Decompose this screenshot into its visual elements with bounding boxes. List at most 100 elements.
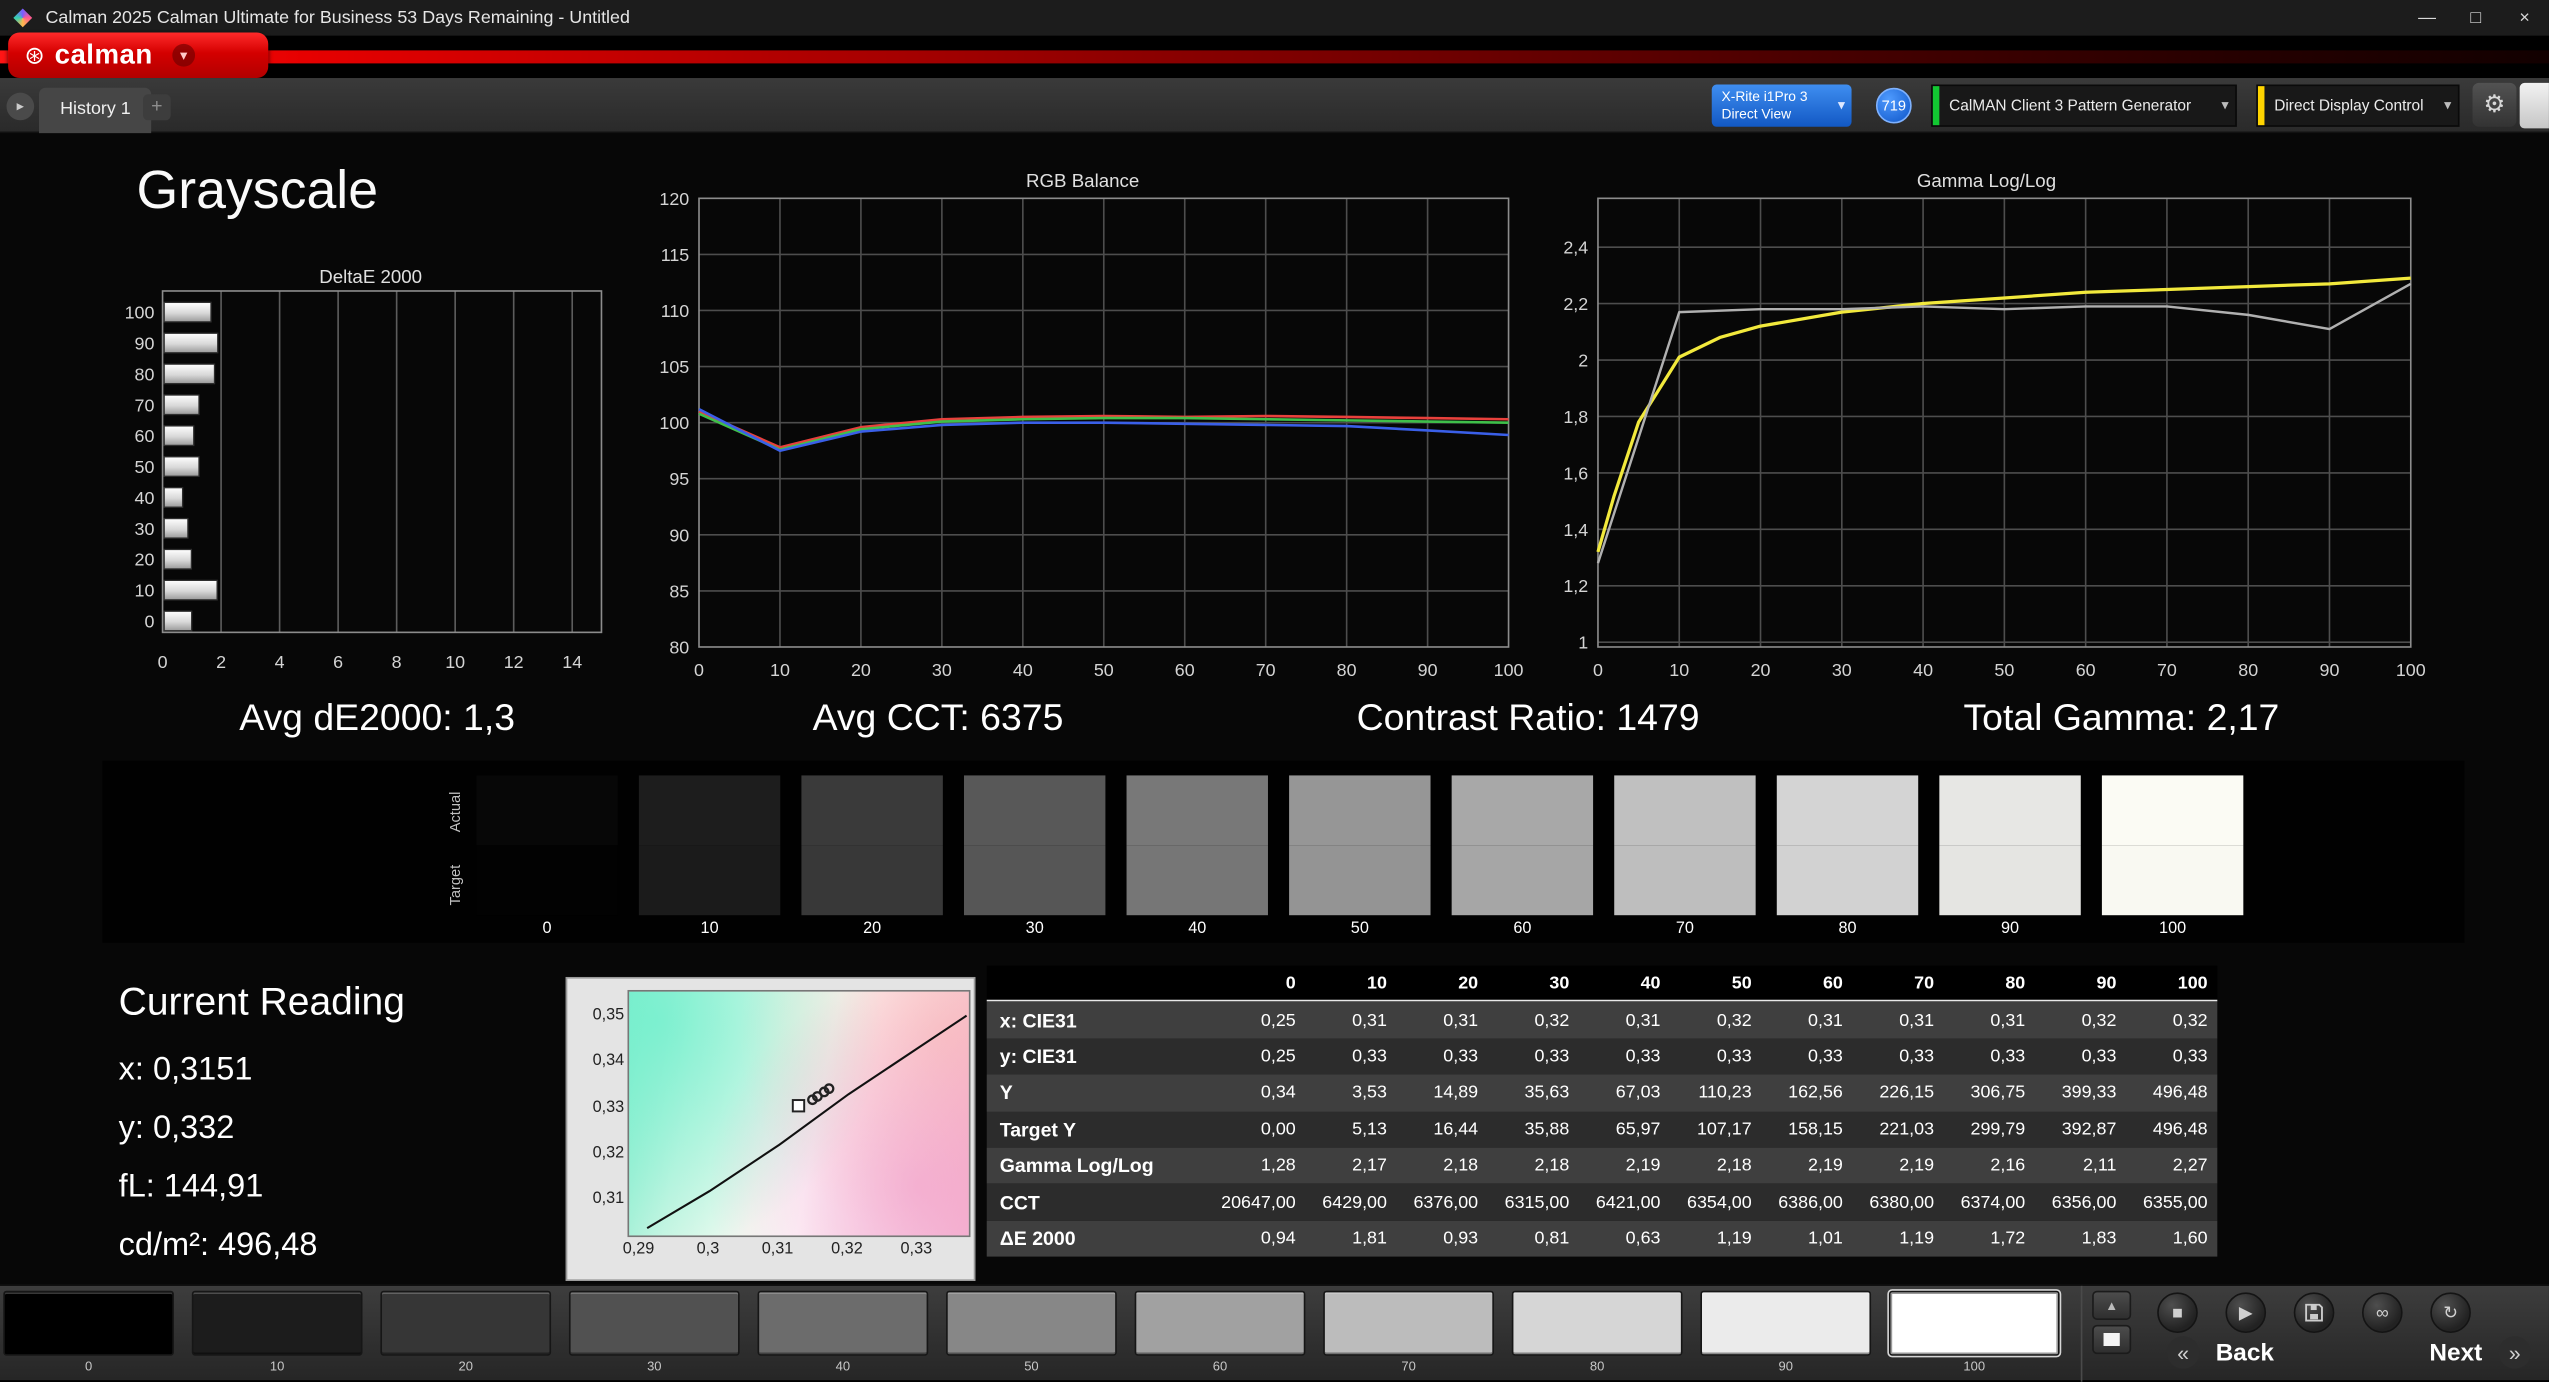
svg-text:4: 4 [275, 652, 285, 672]
svg-text:50: 50 [1094, 660, 1114, 680]
swatch-actual [1289, 775, 1431, 846]
collapse-button[interactable]: ▲ [2092, 1290, 2132, 1320]
patch-button-60[interactable]: 60 [1134, 1290, 1306, 1374]
table-cell: 0,31 [1990, 1010, 2026, 1030]
patch-color [191, 1290, 363, 1356]
measurement-table: 0 10 20 30 40 50 60 70 80 90 100 x: CIE31 0,25 0,31 0,… [986, 965, 2218, 1257]
table-cell: 162,56 [1788, 1083, 1843, 1103]
patch-button-70[interactable]: 70 [1323, 1290, 1494, 1374]
cie-y-tick: 0,31 [592, 1190, 625, 1209]
table-cell: 1,83 [2081, 1228, 2117, 1249]
svg-text:95: 95 [669, 469, 689, 489]
table-col-header: 90 [2096, 973, 2117, 993]
table-cell: 158,15 [1788, 1119, 1843, 1140]
patch-button-100[interactable]: 100 [1888, 1290, 2060, 1374]
patch-button-20[interactable]: 20 [380, 1290, 552, 1374]
meter-count-badge[interactable]: 719 [1875, 87, 1912, 124]
table-col-header: 10 [1367, 973, 1387, 993]
patch-button-10[interactable]: 10 [191, 1290, 363, 1374]
settings-gear-button[interactable]: ⚙ [2472, 82, 2517, 127]
table-cell: 0,00 [1260, 1119, 1296, 1140]
table-col-header: 100 [2177, 973, 2208, 993]
patch-button-80[interactable]: 80 [1511, 1290, 1683, 1374]
minimize-button[interactable]: — [2403, 0, 2452, 36]
patch-label: 20 [458, 1359, 473, 1374]
table-row: y: CIE31 0,25 0,33 0,33 0,33 0,33 0,33 0,33 0,33… [986, 1038, 2218, 1075]
bottom-bar: 0 10 20 30 40 50 60 70 80 90 100 ▲ ■ ▶ ∞ [0, 1284, 2549, 1382]
app-window: Calman 2025 Calman Ultimate for Business… [0, 0, 2549, 1382]
table-cell: 67,03 [1615, 1083, 1661, 1103]
swatch-actual [801, 775, 943, 846]
tab-history-1[interactable]: History 1 [39, 87, 152, 134]
swatch-target [801, 845, 943, 916]
meter-dropdown-label: X-Rite i1Pro 3 Direct View [1722, 88, 1808, 123]
svg-text:90: 90 [669, 525, 689, 545]
table-cell: 2,19 [1625, 1156, 1661, 1176]
history-nav-button[interactable]: ▸ [6, 92, 35, 121]
chevron-down-icon[interactable]: ▾ [172, 43, 196, 67]
pattern-generator-dropdown[interactable]: CalMAN Client 3 Pattern Generator ▾ [1931, 84, 2237, 127]
patch-label: 100 [1963, 1359, 1986, 1374]
swatch-target [638, 845, 781, 916]
rgb-balance-chart: 80 85 90 95 100 105 110 115 120 0 10 20 30 40 50 60 70 80… [659, 189, 1524, 680]
cie-x-tick: 0,31 [761, 1240, 794, 1259]
save-button[interactable] [2293, 1292, 2335, 1333]
svg-text:10: 10 [770, 660, 790, 680]
table-cell: 6429,00 [1322, 1192, 1387, 1212]
table-cell: 1,60 [2172, 1228, 2208, 1249]
svg-text:50: 50 [1994, 660, 2014, 680]
cie-x-tick: 0,33 [900, 1240, 933, 1259]
patch-button-50[interactable]: 50 [946, 1290, 1117, 1374]
patch-button-0[interactable]: 0 [3, 1290, 174, 1374]
patch-color [1134, 1290, 1306, 1356]
table-cell: 110,23 [1698, 1083, 1752, 1103]
table-cell: 65,97 [1615, 1119, 1661, 1140]
svg-text:0: 0 [158, 652, 168, 672]
close-button[interactable]: × [2500, 0, 2549, 36]
link-button[interactable]: ∞ [2361, 1292, 2403, 1333]
window-mode-button[interactable] [2092, 1324, 2132, 1355]
svg-text:14: 14 [562, 652, 582, 672]
table-cell: 0,33 [1899, 1046, 1935, 1067]
svg-text:0: 0 [144, 611, 154, 631]
back-arrow-icon: « [2166, 1336, 2200, 1369]
table-cell: 0,33 [1808, 1046, 1843, 1067]
play-button[interactable]: ▶ [2225, 1292, 2267, 1333]
svg-text:1,2: 1,2 [1563, 576, 1588, 596]
patch-button-40[interactable]: 40 [757, 1290, 929, 1374]
back-button[interactable]: « Back [2166, 1336, 2274, 1369]
patch-button-30[interactable]: 30 [568, 1290, 740, 1374]
table-cell: 0,32 [2172, 1010, 2208, 1030]
table-row-label: x: CIE31 [999, 1008, 1077, 1032]
table-cell: 0,33 [1534, 1046, 1570, 1067]
meter-dropdown[interactable]: X-Rite i1Pro 3 Direct View ▾ [1711, 84, 1852, 127]
display-control-dropdown[interactable]: Direct Display Control ▾ [2256, 84, 2460, 127]
sync-button[interactable]: ↻ [2430, 1292, 2471, 1333]
swatch-actual [1451, 775, 1594, 846]
add-tab-button[interactable]: + [143, 94, 171, 121]
table-cell: 0,33 [1625, 1046, 1661, 1067]
table-cell: 399,33 [2061, 1083, 2117, 1103]
grayscale-swatch-strip: Actual Target 0 10 20 30 40 50 60 70 80 90 100 [102, 760, 2465, 943]
patch-button-90[interactable]: 90 [1700, 1290, 1872, 1374]
maximize-button[interactable]: □ [2451, 0, 2500, 36]
stop-button[interactable]: ■ [2157, 1292, 2198, 1333]
next-button[interactable]: Next » [2429, 1336, 2532, 1369]
table-cell: 0,32 [1716, 1010, 1752, 1030]
table-cell: 299,79 [1970, 1119, 2026, 1140]
cie-overlay [646, 1014, 968, 1230]
side-panel-handle[interactable] [2519, 82, 2549, 129]
svg-text:8: 8 [392, 652, 402, 672]
table-col-header: 70 [1914, 973, 1935, 993]
patch-label: 80 [1589, 1359, 1605, 1374]
window-title: Calman 2025 Calman Ultimate for Business… [45, 8, 630, 28]
svg-text:100: 100 [1494, 660, 1524, 680]
reading-x: x: 0,3151 [118, 1051, 253, 1088]
table-cell: 6354,00 [1687, 1192, 1752, 1212]
patch-label: 30 [647, 1359, 662, 1374]
cie-chromaticity-panel: 0,35 0,34 0,33 0,32 0,31 0,29 0,3 0,31 0,32 0,33 [565, 976, 976, 1281]
calman-menu-button[interactable]: ⊛ calman ▾ [8, 32, 269, 79]
calman-logo-icon: ⊛ [24, 42, 45, 70]
svg-text:70: 70 [2157, 660, 2177, 680]
svg-text:70: 70 [135, 395, 155, 415]
